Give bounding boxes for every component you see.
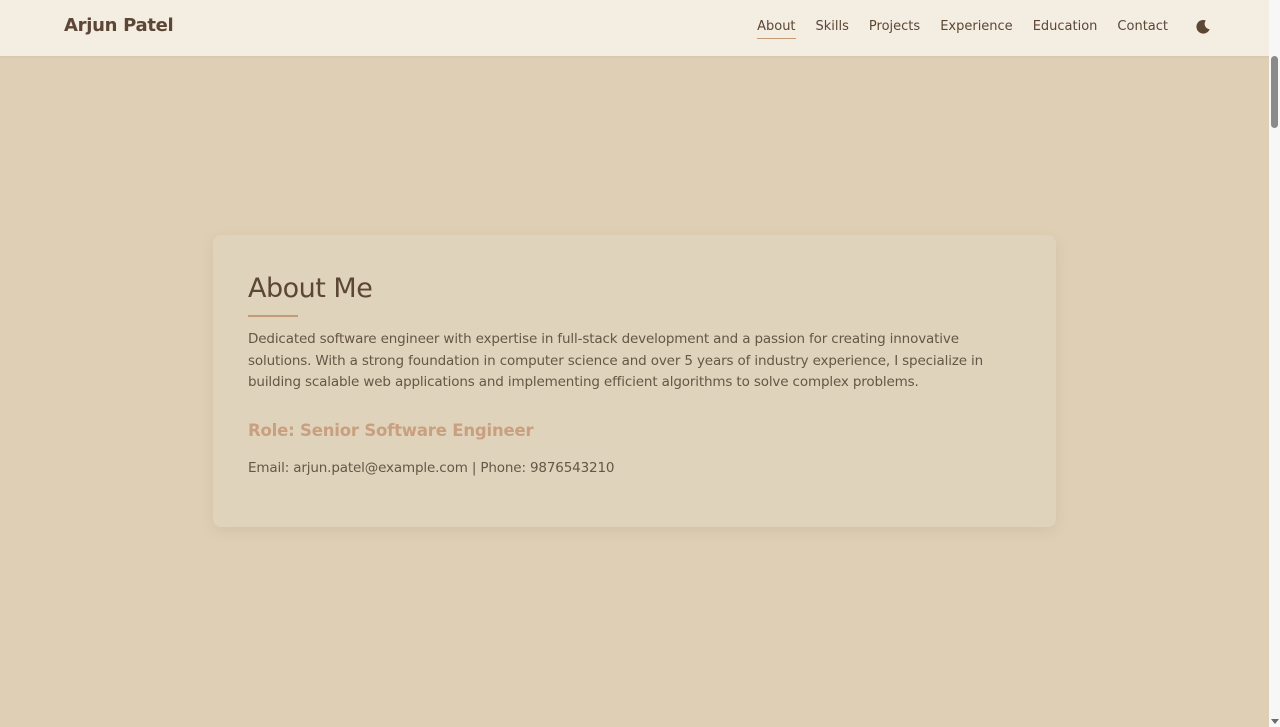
nav-link-projects[interactable]: Projects [869,19,920,39]
about-bio: Dedicated software engineer with experti… [248,331,984,390]
brand-name[interactable]: Arjun Patel [64,15,174,36]
nav-link-experience[interactable]: Experience [940,19,1013,39]
nav-link-skills[interactable]: Skills [816,19,849,39]
scroll-down-arrow-icon[interactable] [1271,719,1279,724]
nav-link-contact[interactable]: Contact [1117,19,1168,39]
top-navbar: Arjun Patel About Skills Projects Experi… [0,0,1269,56]
title-underline [248,315,298,317]
about-card: About Me Dedicated software engineer wit… [213,235,1056,527]
theme-toggle-button[interactable] [1195,19,1211,35]
scrollbar-thumb[interactable] [1271,56,1278,128]
nav-link-about[interactable]: About [757,19,796,39]
contact-info: Email: arjun.patel@example.com | Phone: … [248,460,615,476]
nav-link-education[interactable]: Education [1033,19,1098,39]
about-title: About Me [248,273,373,304]
moon-icon [1196,19,1210,34]
role-heading: Role: Senior Software Engineer [248,421,534,440]
nav-links: About Skills Projects Experience Educati… [757,19,1168,39]
vertical-scrollbar[interactable] [1269,0,1280,727]
